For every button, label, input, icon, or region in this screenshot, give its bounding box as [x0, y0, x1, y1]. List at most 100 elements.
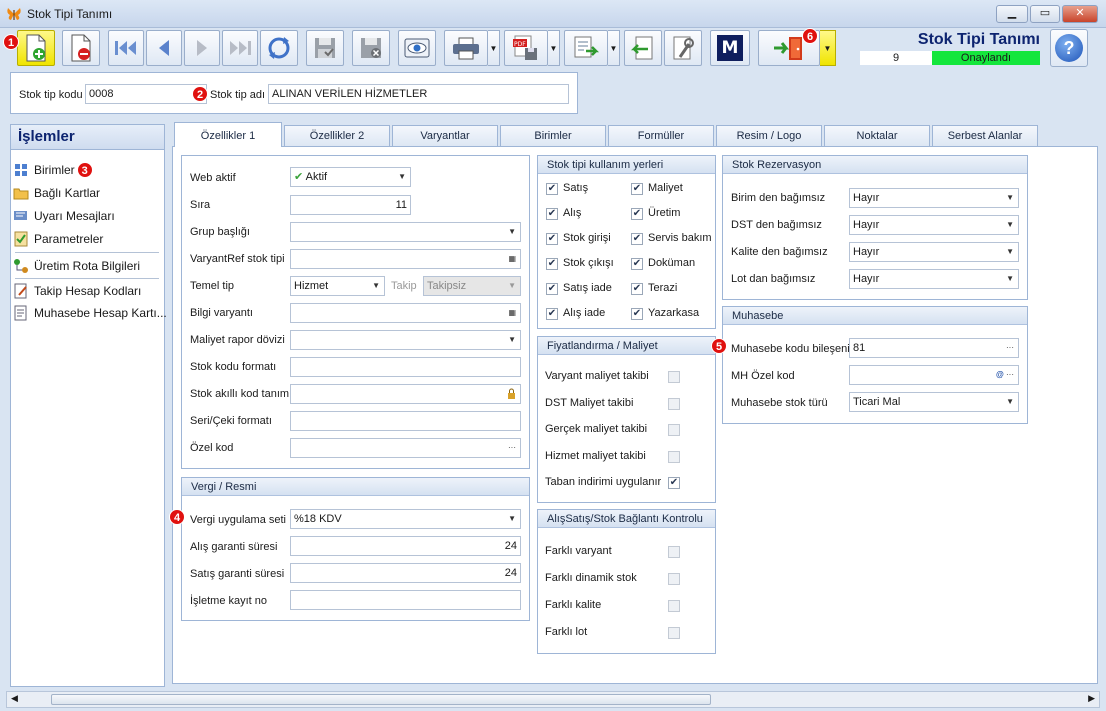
at-icon[interactable]: @ ···: [996, 366, 1014, 384]
sidebar-item-takip-hesap[interactable]: Takip Hesap Kodları: [13, 281, 141, 301]
muhasebe-kod-field[interactable]: 81 ···: [849, 338, 1019, 358]
tab-varyantlar[interactable]: Varyantlar: [392, 125, 498, 146]
checkbox[interactable]: ✔: [631, 183, 643, 195]
page-title: Stok Tipi Tanımı: [917, 31, 1040, 48]
vergi-uygulama-dropdown[interactable]: %18 KDV ▼: [290, 509, 521, 529]
print-dropdown-button[interactable]: ▼: [488, 30, 500, 66]
stok-kodu-formati-field[interactable]: [290, 357, 521, 377]
minimize-button[interactable]: ▁: [996, 5, 1028, 23]
save-button[interactable]: [306, 30, 344, 66]
horizontal-scrollbar[interactable]: ◀ ▶: [6, 691, 1100, 708]
sira-field[interactable]: 11: [290, 195, 411, 215]
tools-button[interactable]: [664, 30, 702, 66]
delete-record-button[interactable]: [62, 30, 100, 66]
print-button[interactable]: [444, 30, 488, 66]
scroll-left-icon[interactable]: ◀: [11, 693, 18, 704]
tab-resim-logo[interactable]: Resim / Logo: [716, 125, 822, 146]
checkbox[interactable]: ✔: [546, 308, 558, 320]
muhasebe-stok-turu-dropdown[interactable]: Ticari Mal ▼: [849, 392, 1019, 412]
rezervasyon-dropdown[interactable]: Hayır ▼: [849, 215, 1019, 235]
checkbox[interactable]: ✔: [546, 258, 558, 270]
ozel-kod-field[interactable]: ···: [290, 438, 521, 458]
tab-serbest-alanlar[interactable]: Serbest Alanlar: [932, 125, 1038, 146]
export-pdf-button[interactable]: PDF: [504, 30, 548, 66]
tab-noktalar[interactable]: Noktalar: [824, 125, 930, 146]
checkbox[interactable]: [668, 546, 680, 558]
preview-button[interactable]: [398, 30, 436, 66]
checkbox[interactable]: [668, 371, 680, 383]
ellipsis-icon[interactable]: ···: [508, 439, 516, 457]
refresh-button[interactable]: [260, 30, 298, 66]
checkbox-label: Satış: [563, 182, 589, 194]
exit-dropdown-button[interactable]: ▼: [820, 30, 836, 66]
varyantref-field[interactable]: ▦: [290, 249, 521, 269]
checkbox[interactable]: ✔: [631, 308, 643, 320]
isletme-field[interactable]: [290, 590, 521, 610]
save-close-button[interactable]: [352, 30, 390, 66]
web-aktif-dropdown[interactable]: ✔ Aktif ▼: [290, 167, 411, 187]
sidebar-item-bagli-kartlar[interactable]: Bağlı Kartlar: [13, 183, 100, 203]
takip-dropdown[interactable]: Takipsiz ▼: [423, 276, 521, 296]
grup-dropdown[interactable]: ▼: [290, 222, 521, 242]
tab-ozellikler-2[interactable]: Özellikler 2: [284, 125, 390, 146]
rezervasyon-dropdown[interactable]: Hayır ▼: [849, 242, 1019, 262]
chevron-down-icon: ▼: [489, 43, 498, 53]
checkbox[interactable]: ✔: [546, 283, 558, 295]
maliyet-rapor-dropdown[interactable]: ▼: [290, 330, 521, 350]
checkbox[interactable]: [668, 450, 680, 463]
name-field[interactable]: ALINAN VERİLEN HİZMETLER: [268, 84, 569, 104]
rezervasyon-dropdown[interactable]: Hayır ▼: [849, 269, 1019, 289]
tab-ozellikler-1[interactable]: Özellikler 1: [174, 122, 282, 147]
checkbox[interactable]: ✔: [546, 208, 558, 220]
sidebar-item-parametreler[interactable]: Parametreler: [13, 229, 103, 249]
next-record-button[interactable]: [184, 30, 220, 66]
checkbox[interactable]: [668, 424, 680, 436]
m-module-button[interactable]: M: [710, 30, 750, 66]
tab-birimler[interactable]: Birimler: [500, 125, 606, 146]
checkbox[interactable]: [668, 627, 680, 639]
export-dropdown-button[interactable]: ▼: [608, 30, 620, 66]
checkbox[interactable]: ✔: [631, 283, 643, 295]
checkbox[interactable]: [668, 573, 680, 585]
code-field[interactable]: 0008: [85, 84, 207, 104]
close-button[interactable]: ✕: [1062, 5, 1098, 23]
bilgi-varyanti-field[interactable]: ▦: [290, 303, 521, 323]
satis-garanti-field[interactable]: 24: [290, 563, 521, 583]
akilli-kod-field[interactable]: [290, 384, 521, 404]
mh-ozel-kod-field[interactable]: @ ···: [849, 365, 1019, 385]
sidebar-item-uyari-mesajlari[interactable]: Uyarı Mesajları: [13, 206, 115, 226]
checkbox[interactable]: [668, 397, 680, 410]
checkbox[interactable]: ✔: [631, 208, 643, 220]
maximize-button[interactable]: ▭: [1030, 5, 1060, 23]
scrollbar-thumb[interactable]: [51, 694, 711, 705]
import-button[interactable]: [624, 30, 662, 66]
checkbox[interactable]: ✔: [668, 477, 680, 489]
sidebar-item-birimler[interactable]: Birimler 3: [13, 160, 93, 180]
checkbox[interactable]: ✔: [631, 258, 643, 270]
checkbox[interactable]: ✔: [546, 183, 558, 195]
pdf-dropdown-button[interactable]: ▼: [548, 30, 560, 66]
ellipsis-icon[interactable]: ···: [1006, 339, 1014, 357]
checkbox[interactable]: ✔: [631, 233, 643, 245]
new-record-button[interactable]: [17, 30, 55, 66]
temel-tip-dropdown[interactable]: Hizmet ▼: [290, 276, 385, 296]
rezervasyon-dropdown[interactable]: Hayır ▼: [849, 188, 1019, 208]
help-button[interactable]: ?: [1050, 29, 1088, 67]
lock-icon[interactable]: [507, 385, 516, 403]
export-button[interactable]: [564, 30, 608, 66]
lookup-icon[interactable]: ▦: [508, 250, 516, 268]
chevron-down-icon: ▼: [1006, 193, 1014, 202]
seri-ceki-field[interactable]: [290, 411, 521, 431]
lookup-icon[interactable]: ▦: [508, 304, 516, 322]
previous-record-button[interactable]: [146, 30, 182, 66]
vergi-group: Vergi / Resmi Vergi uygulama seti %18 KD…: [181, 477, 530, 621]
sidebar-item-uretim-rota[interactable]: Üretim Rota Bilgileri: [13, 256, 140, 276]
first-record-button[interactable]: [108, 30, 144, 66]
scroll-right-icon[interactable]: ▶: [1088, 693, 1095, 704]
checkbox[interactable]: [668, 600, 680, 612]
tab-formuller[interactable]: Formüller: [608, 125, 714, 146]
checkbox[interactable]: ✔: [546, 233, 558, 245]
sidebar-item-muhasebe-hesap[interactable]: Muhasebe Hesap Kartı...: [13, 303, 167, 323]
alis-garanti-field[interactable]: 24: [290, 536, 521, 556]
last-record-button[interactable]: [222, 30, 258, 66]
